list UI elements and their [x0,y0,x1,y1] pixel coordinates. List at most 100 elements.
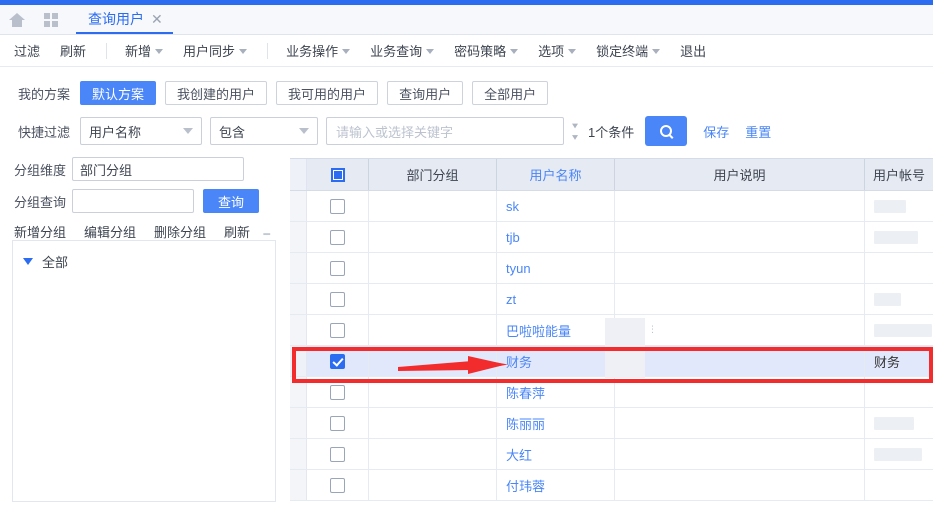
scheme-button-1[interactable]: 我创建的用户 [165,81,267,105]
menu-item-label: 业务查询 [370,41,422,60]
column-header-description[interactable]: 用户说明 [615,159,865,190]
row-select-cell[interactable] [307,222,369,252]
menu-item-4[interactable]: 用户同步 [183,41,247,60]
home-icon [9,13,25,27]
scheme-button-0[interactable]: 默认方案 [80,81,156,105]
chevron-down-icon [155,49,163,54]
cell-username[interactable]: tyun [497,253,615,283]
group-panel: 分组维度 部门分组 分组查询 查询 新增分组编辑分组删除分组刷新 ━ 全部 [0,155,288,511]
row-select-cell[interactable] [307,253,369,283]
row-gutter [290,470,307,500]
row-select-cell[interactable] [307,284,369,314]
cell-username[interactable]: tjb [497,222,615,252]
group-action-1[interactable]: 编辑分组 [84,222,136,241]
row-select-cell[interactable] [307,191,369,221]
keyword-input[interactable]: 请输入或选择关键字 [326,117,564,145]
row-checkbox[interactable] [330,416,345,431]
chevron-down-icon [510,49,518,54]
dimension-value: 部门分组 [80,160,236,179]
tree-node-0[interactable]: 全部 [13,250,275,272]
menu-item-10[interactable]: 锁定终端 [596,41,660,60]
tab-label: 查询用户 [88,9,144,29]
row-select-cell[interactable] [307,377,369,407]
table-row[interactable]: sk [290,191,933,222]
apps-button[interactable] [34,5,68,34]
select-all-cell[interactable] [307,159,369,190]
row-checkbox[interactable] [330,230,345,245]
double-chevron-down-icon[interactable]: ▾▾ [572,120,577,142]
cell-account [865,439,933,469]
save-link[interactable]: 保存 [703,122,729,141]
menu-item-1[interactable]: 刷新 [60,41,86,60]
column-header-account[interactable]: 用户帐号 [865,159,933,190]
menu-item-0[interactable]: 过滤 [14,41,40,60]
cell-username[interactable]: sk [497,191,615,221]
table-row[interactable]: 陈丽丽 [290,408,933,439]
row-checkbox[interactable] [330,261,345,276]
row-gutter [290,377,307,407]
table-row[interactable]: 付玮蓉 [290,470,933,501]
dimension-select[interactable]: 部门分组 [72,157,244,181]
menu-item-11[interactable]: 退出 [680,41,706,60]
row-select-cell[interactable] [307,439,369,469]
group-action-3[interactable]: 刷新 [224,222,250,241]
cell-username[interactable]: 巴啦啦能量 [497,315,615,345]
table-row[interactable]: tjb [290,222,933,253]
table-row[interactable]: 陈春萍 [290,377,933,408]
cell-dept [369,253,497,283]
filter-operator-value: 包含 [219,122,293,141]
cell-account [865,253,933,283]
row-select-cell[interactable] [307,470,369,500]
search-button[interactable] [645,116,687,146]
table-row[interactable]: tyun [290,253,933,284]
close-icon[interactable]: ✕ [151,12,163,26]
table-row[interactable]: zt [290,284,933,315]
scheme-button-2[interactable]: 我可用的用户 [276,81,378,105]
cell-description [615,191,865,221]
group-query-button[interactable]: 查询 [203,189,259,213]
row-gutter [290,191,307,221]
menu-item-3[interactable]: 新增 [125,41,163,60]
filter-operator-select[interactable]: 包含 [210,117,318,145]
cell-username[interactable]: 大红 [497,439,615,469]
row-select-cell[interactable] [307,346,369,376]
expand-triangle-icon[interactable] [23,258,33,265]
select-all-checkbox[interactable] [331,168,345,182]
tab-query-user[interactable]: 查询用户 ✕ [76,5,173,34]
menu-item-8[interactable]: 密码策略 [454,41,518,60]
quick-filter-row: 快捷过滤 用户名称 包含 请输入或选择关键字 ▾▾ 1个条件 保存 重置 [0,113,933,149]
menu-item-6[interactable]: 业务操作 [286,41,350,60]
row-select-cell[interactable] [307,408,369,438]
group-action-2[interactable]: 删除分组 [154,222,206,241]
filter-field-select[interactable]: 用户名称 [80,117,202,145]
scheme-button-4[interactable]: 全部用户 [472,81,548,105]
reset-link[interactable]: 重置 [745,122,771,141]
row-checkbox[interactable] [330,447,345,462]
column-header-dept[interactable]: 部门分组 [369,159,497,190]
table-row[interactable]: 大红 [290,439,933,470]
cell-username[interactable]: 财务 [497,346,615,376]
row-checkbox[interactable] [330,354,345,369]
menu-item-7[interactable]: 业务查询 [370,41,434,60]
cell-username[interactable]: zt [497,284,615,314]
group-action-0[interactable]: 新增分组 [14,222,66,241]
scheme-row: 我的方案 默认方案我创建的用户我可用的用户查询用户全部用户 [0,76,933,110]
row-checkbox[interactable] [330,323,345,338]
cell-account [865,408,933,438]
row-checkbox[interactable] [330,292,345,307]
cell-username[interactable]: 陈春萍 [497,377,615,407]
quick-filter-label: 快捷过滤 [18,122,70,141]
cell-username[interactable]: 陈丽丽 [497,408,615,438]
row-select-cell[interactable] [307,315,369,345]
menu-item-9[interactable]: 选项 [538,41,576,60]
redacted-value [874,417,914,430]
menu-separator [267,43,268,59]
group-query-input[interactable] [72,189,194,213]
row-checkbox[interactable] [330,478,345,493]
cell-username[interactable]: 付玮蓉 [497,470,615,500]
scheme-button-3[interactable]: 查询用户 [387,81,463,105]
row-checkbox[interactable] [330,199,345,214]
home-button[interactable] [0,5,34,34]
row-checkbox[interactable] [330,385,345,400]
column-header-username[interactable]: 用户名称 [497,159,615,190]
